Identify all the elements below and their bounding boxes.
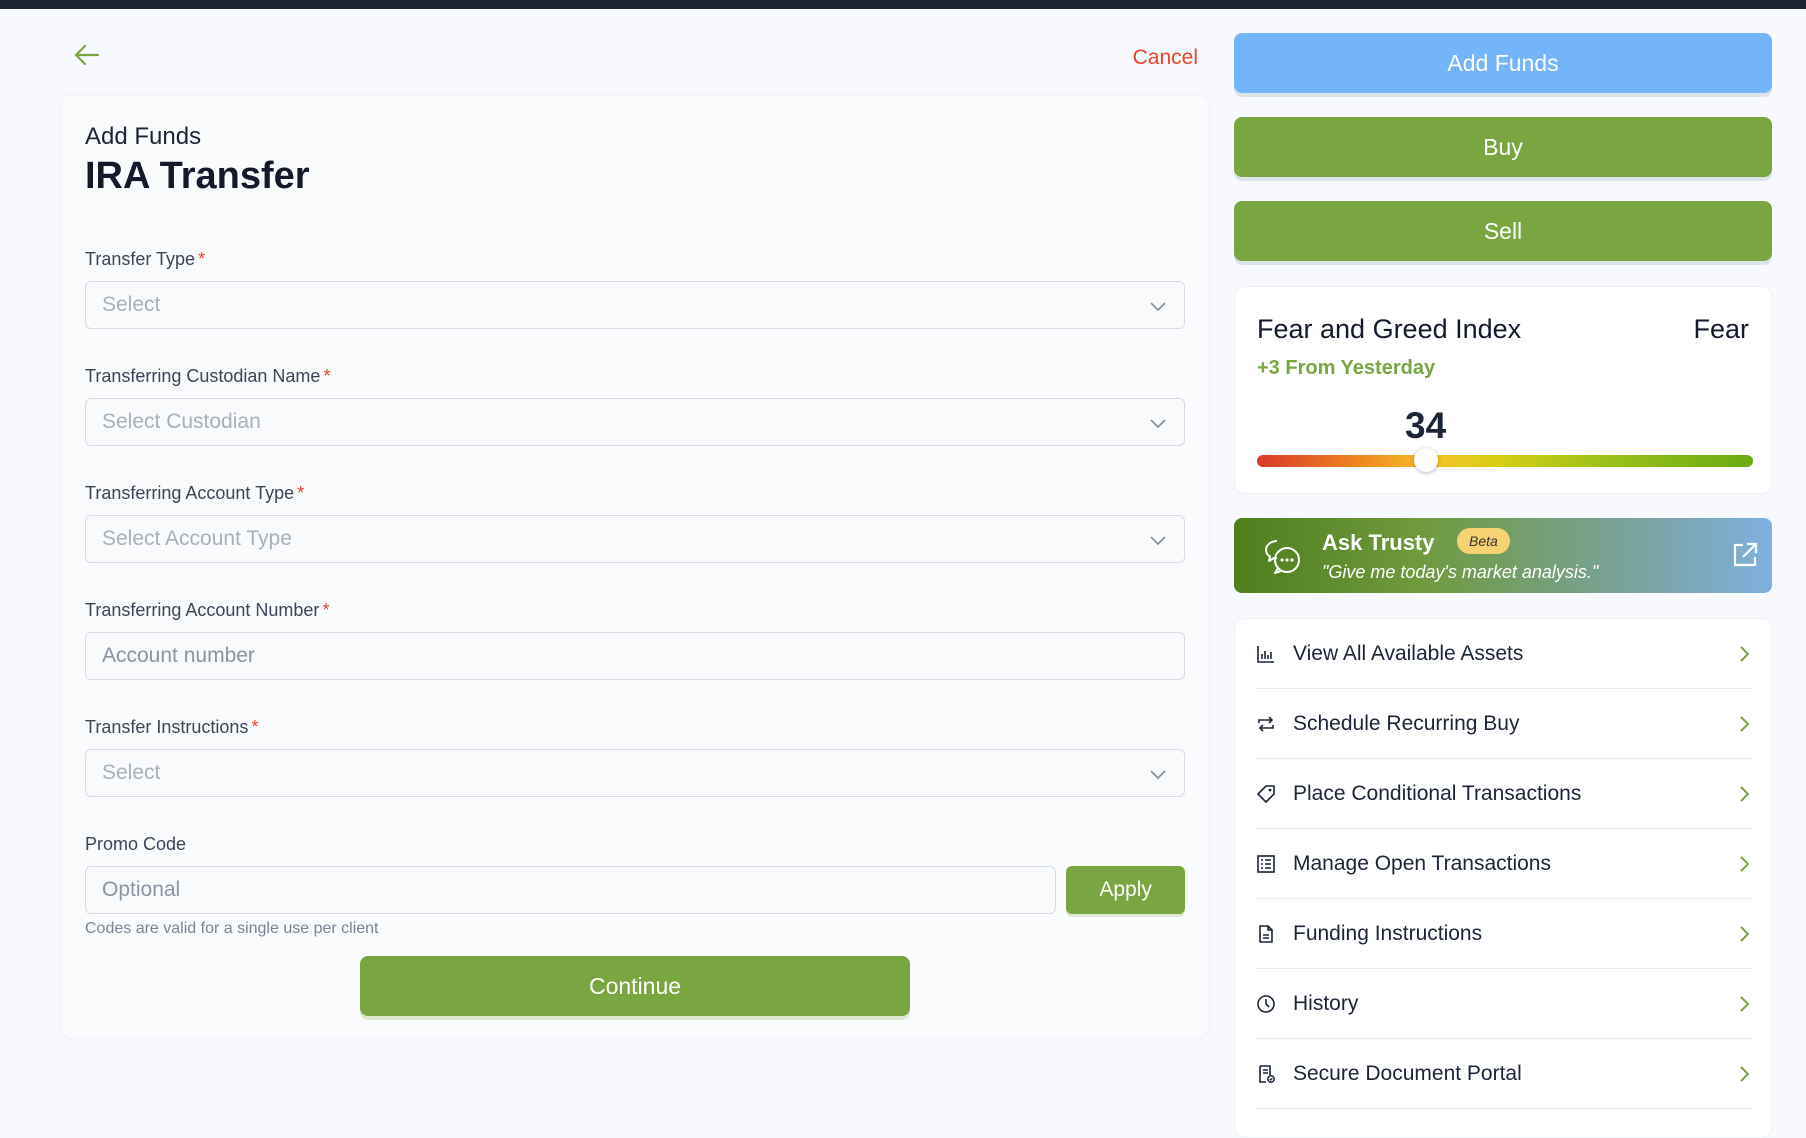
promo-code-input-wrapper	[85, 866, 1057, 914]
account-type-select[interactable]: Select Account Type	[85, 515, 1185, 563]
fear-greed-card: Fear and Greed Index Fear +3 From Yester…	[1234, 286, 1772, 494]
promo-code-label: Promo Code	[85, 833, 187, 854]
arrow-left-icon	[74, 44, 100, 66]
promo-helper-text: Codes are valid for a single use per cli…	[85, 920, 379, 937]
chevron-down-icon	[1150, 419, 1166, 429]
required-asterisk: *	[198, 248, 206, 269]
document-icon	[1259, 924, 1273, 943]
account-number-field: Transferring Account Number *	[85, 598, 1185, 680]
menu-item-label: View All Available Assets	[1293, 641, 1524, 665]
chevron-down-icon	[1150, 302, 1166, 312]
bar-chart-icon	[1257, 645, 1274, 663]
chevron-right-icon	[1740, 925, 1750, 942]
fear-greed-gauge	[1257, 455, 1753, 467]
list-icon	[1257, 854, 1275, 873]
secure-document-icon	[1259, 1064, 1275, 1083]
ask-trusty-banner[interactable]: Ask Trusty Beta "Give me today's market …	[1234, 518, 1772, 593]
transfer-type-field: Transfer Type * Select	[85, 247, 1185, 329]
menu-item-recurring-buy[interactable]: Schedule Recurring Buy	[1255, 689, 1753, 759]
fear-greed-title: Fear and Greed Index	[1257, 314, 1522, 344]
promo-code-input[interactable]	[102, 878, 1040, 902]
menu-item-history[interactable]: History	[1255, 969, 1753, 1039]
chevron-right-icon	[1740, 715, 1750, 732]
chevron-right-icon	[1740, 855, 1750, 872]
form-eyebrow: Add Funds	[85, 123, 202, 150]
account-number-input[interactable]	[102, 644, 1168, 668]
account-type-placeholder: Select Account Type	[102, 527, 292, 550]
account-type-label: Transferring Account Type	[85, 482, 295, 503]
menu-item-label: Place Conditional Transactions	[1293, 781, 1582, 805]
menu-item-conditional-transactions[interactable]: Place Conditional Transactions	[1255, 759, 1753, 829]
menu-item-label: Funding Instructions	[1293, 921, 1483, 945]
back-button[interactable]	[70, 40, 104, 70]
account-type-field: Transferring Account Type * Select Accou…	[85, 481, 1185, 563]
ask-trusty-prompt: "Give me today's market analysis."	[1322, 562, 1599, 582]
clock-icon	[1257, 994, 1275, 1013]
ira-transfer-form-card: Add Funds IRA Transfer Transfer Type * S…	[60, 94, 1210, 1039]
transfer-instructions-field: Transfer Instructions * Select	[85, 715, 1185, 797]
add-funds-button[interactable]: Add Funds	[1234, 33, 1772, 93]
promo-code-field: Promo Code Apply Codes are valid for a s…	[85, 832, 1185, 938]
fear-greed-status: Fear	[1693, 314, 1749, 344]
chat-bubbles-icon	[1265, 540, 1300, 574]
transfer-type-select[interactable]: Select	[85, 281, 1185, 329]
sell-button[interactable]: Sell	[1234, 201, 1772, 261]
menu-item-label: Schedule Recurring Buy	[1293, 711, 1520, 735]
menu-item-label: Secure Document Portal	[1293, 1061, 1522, 1085]
custodian-name-placeholder: Select Custodian	[102, 410, 261, 433]
continue-button[interactable]: Continue	[360, 956, 910, 1016]
quick-actions-menu: View All Available Assets Schedule Recur…	[1234, 618, 1772, 1138]
fear-greed-value: 34	[1405, 405, 1447, 446]
repeat-icon	[1258, 715, 1274, 732]
fear-greed-indicator	[1413, 448, 1438, 472]
required-asterisk: *	[322, 599, 330, 620]
ask-trusty-title: Ask Trusty	[1322, 530, 1435, 555]
page-title: IRA Transfer	[85, 155, 310, 197]
required-asterisk: *	[251, 716, 259, 737]
chevron-down-icon	[1150, 536, 1166, 546]
apply-promo-button[interactable]: Apply	[1066, 866, 1185, 914]
transfer-instructions-label: Transfer Instructions	[85, 716, 249, 737]
menu-item-label: History	[1293, 991, 1359, 1015]
cancel-link[interactable]: Cancel	[1133, 46, 1198, 70]
menu-item-label: Manage Open Transactions	[1293, 851, 1551, 875]
tag-icon	[1257, 784, 1275, 803]
transfer-type-label: Transfer Type	[85, 248, 196, 269]
custodian-name-field: Transferring Custodian Name * Select Cus…	[85, 364, 1185, 446]
beta-badge: Beta	[1457, 528, 1510, 554]
account-number-input-wrapper	[85, 632, 1185, 680]
menu-item-open-transactions[interactable]: Manage Open Transactions	[1255, 829, 1753, 899]
required-asterisk: *	[323, 365, 331, 386]
buy-button[interactable]: Buy	[1234, 117, 1772, 177]
transfer-type-placeholder: Select	[102, 293, 161, 316]
menu-item-funding-instructions[interactable]: Funding Instructions	[1255, 899, 1753, 969]
custodian-name-select[interactable]: Select Custodian	[85, 398, 1185, 446]
menu-item-secure-document-portal[interactable]: Secure Document Portal	[1255, 1039, 1753, 1109]
transfer-instructions-placeholder: Select	[102, 761, 161, 784]
custodian-name-label: Transferring Custodian Name	[85, 365, 321, 386]
menu-item-view-assets[interactable]: View All Available Assets	[1255, 619, 1753, 689]
chevron-right-icon	[1740, 785, 1750, 802]
chevron-right-icon	[1740, 645, 1750, 662]
account-number-label: Transferring Account Number	[85, 599, 320, 620]
fear-greed-change: +3 From Yesterday	[1257, 357, 1436, 379]
top-bar	[0, 0, 1806, 9]
chevron-down-icon	[1150, 770, 1166, 780]
chevron-right-icon	[1740, 1065, 1750, 1082]
chevron-right-icon	[1740, 995, 1750, 1012]
required-asterisk: *	[297, 482, 305, 503]
transfer-instructions-select[interactable]: Select	[85, 749, 1185, 797]
external-link-icon[interactable]	[1730, 540, 1760, 570]
